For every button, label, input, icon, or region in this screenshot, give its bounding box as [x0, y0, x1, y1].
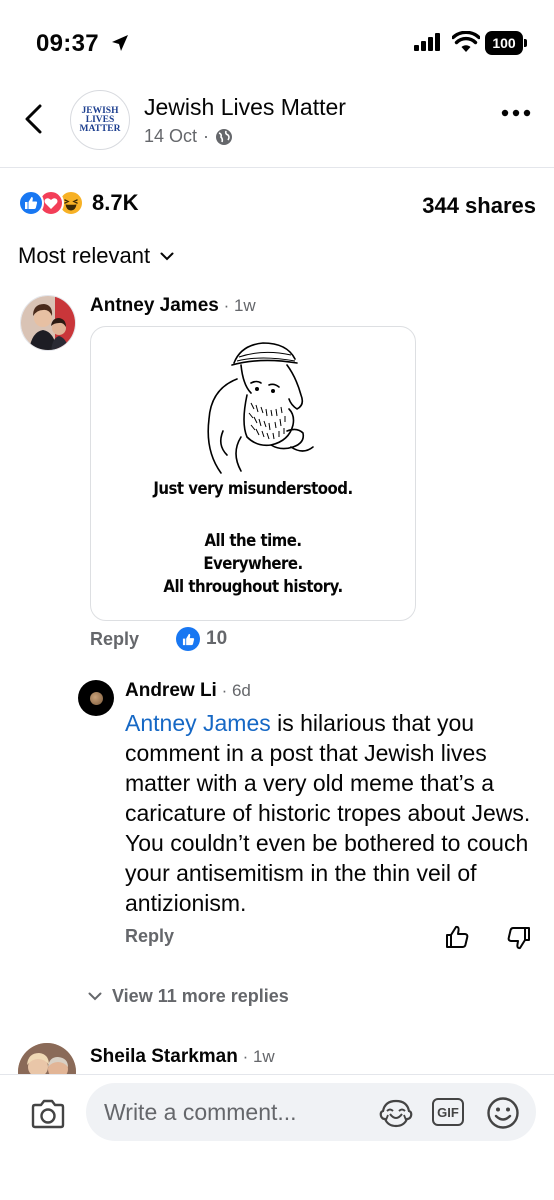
comment-author[interactable]: Sheila Starkman · 1w — [90, 1046, 275, 1068]
status-bar: 09:37 100 — [0, 0, 554, 80]
reaction-count: 8.7K — [92, 190, 139, 215]
meme-caricature-illustration — [207, 342, 314, 474]
comment-body-text: is hilarious that you comment in a post … — [125, 710, 531, 916]
comment-input-container[interactable]: GIF — [86, 1083, 536, 1141]
meme-caption-line: All the time. — [204, 531, 302, 551]
view-more-label: View 11 more replies — [112, 986, 289, 1006]
avatar[interactable] — [78, 680, 114, 716]
mention-link[interactable]: Antney James — [125, 710, 271, 736]
post-header: JEWISH LIVES MATTER Jewish Lives Matter … — [0, 80, 554, 168]
thumbs-down-icon[interactable] — [506, 925, 532, 951]
comment-composer: GIF — [0, 1074, 554, 1200]
like-reaction-icon — [176, 627, 200, 651]
comment-time: · 1w — [237, 1047, 275, 1066]
comment-time: · 1w — [218, 296, 256, 315]
gif-button[interactable]: GIF — [432, 1098, 464, 1126]
post-date-text: 14 Oct — [144, 126, 198, 146]
globe-icon — [216, 128, 233, 145]
reply-button[interactable]: Reply — [125, 926, 174, 947]
page-avatar[interactable]: JEWISH LIVES MATTER — [70, 90, 130, 150]
comment-author-name[interactable]: Antney James — [90, 295, 219, 316]
status-time: 09:37 — [36, 30, 99, 57]
comment-actions: Reply — [90, 629, 139, 650]
back-chevron-icon[interactable] — [22, 102, 46, 136]
battery-indicator: 100 — [485, 31, 523, 55]
reply-button[interactable]: Reply — [90, 629, 139, 650]
avatar-sticker-icon[interactable] — [378, 1098, 414, 1128]
post-date: 14 Oct · — [144, 126, 233, 147]
like-reaction-icon — [18, 190, 44, 216]
location-arrow-icon — [112, 35, 128, 51]
meme-caption-line: Everywhere. — [203, 554, 303, 574]
battery-tip — [524, 39, 527, 47]
comment-like-count[interactable]: 10 — [176, 627, 227, 651]
comment-time: · 6d — [216, 681, 251, 700]
meme-caption-line: Just very misunderstood. — [153, 479, 353, 499]
meme-caption-line: All throughout history. — [163, 577, 343, 597]
share-count[interactable]: 344 shares — [422, 193, 536, 219]
camera-icon[interactable] — [30, 1099, 66, 1129]
avatar-logo-line: MATTER — [79, 123, 121, 134]
chevron-down-icon — [88, 992, 102, 1001]
more-options-icon[interactable] — [500, 108, 532, 118]
comment-author[interactable]: Andrew Li · 6d — [125, 680, 251, 702]
date-separator: · — [203, 126, 210, 146]
comment-author-name[interactable]: Sheila Starkman — [90, 1046, 238, 1067]
like-count: 10 — [206, 628, 228, 649]
chevron-down-icon — [160, 252, 174, 260]
cellular-signal-icon — [414, 33, 440, 51]
sort-label: Most relevant — [18, 243, 151, 268]
emoji-icon[interactable] — [486, 1096, 520, 1130]
moon-image — [89, 691, 103, 705]
reaction-summary[interactable]: 8.7K — [18, 190, 138, 216]
comment-input[interactable] — [104, 1083, 374, 1141]
page-name[interactable]: Jewish Lives Matter — [144, 94, 346, 121]
comment-image[interactable]: Just very misunderstood. All the time. E… — [90, 326, 416, 621]
comment-sort-selector[interactable]: Most relevant — [18, 243, 174, 269]
comment-author[interactable]: Antney James · 1w — [90, 295, 256, 317]
comment-text: Antney James is hilarious that you comme… — [125, 708, 543, 918]
avatar[interactable] — [20, 295, 76, 351]
thumbs-up-icon[interactable] — [444, 924, 470, 950]
wifi-icon — [452, 31, 480, 52]
view-more-replies[interactable]: View 11 more replies — [88, 986, 289, 1007]
comment-author-name[interactable]: Andrew Li — [125, 680, 217, 701]
